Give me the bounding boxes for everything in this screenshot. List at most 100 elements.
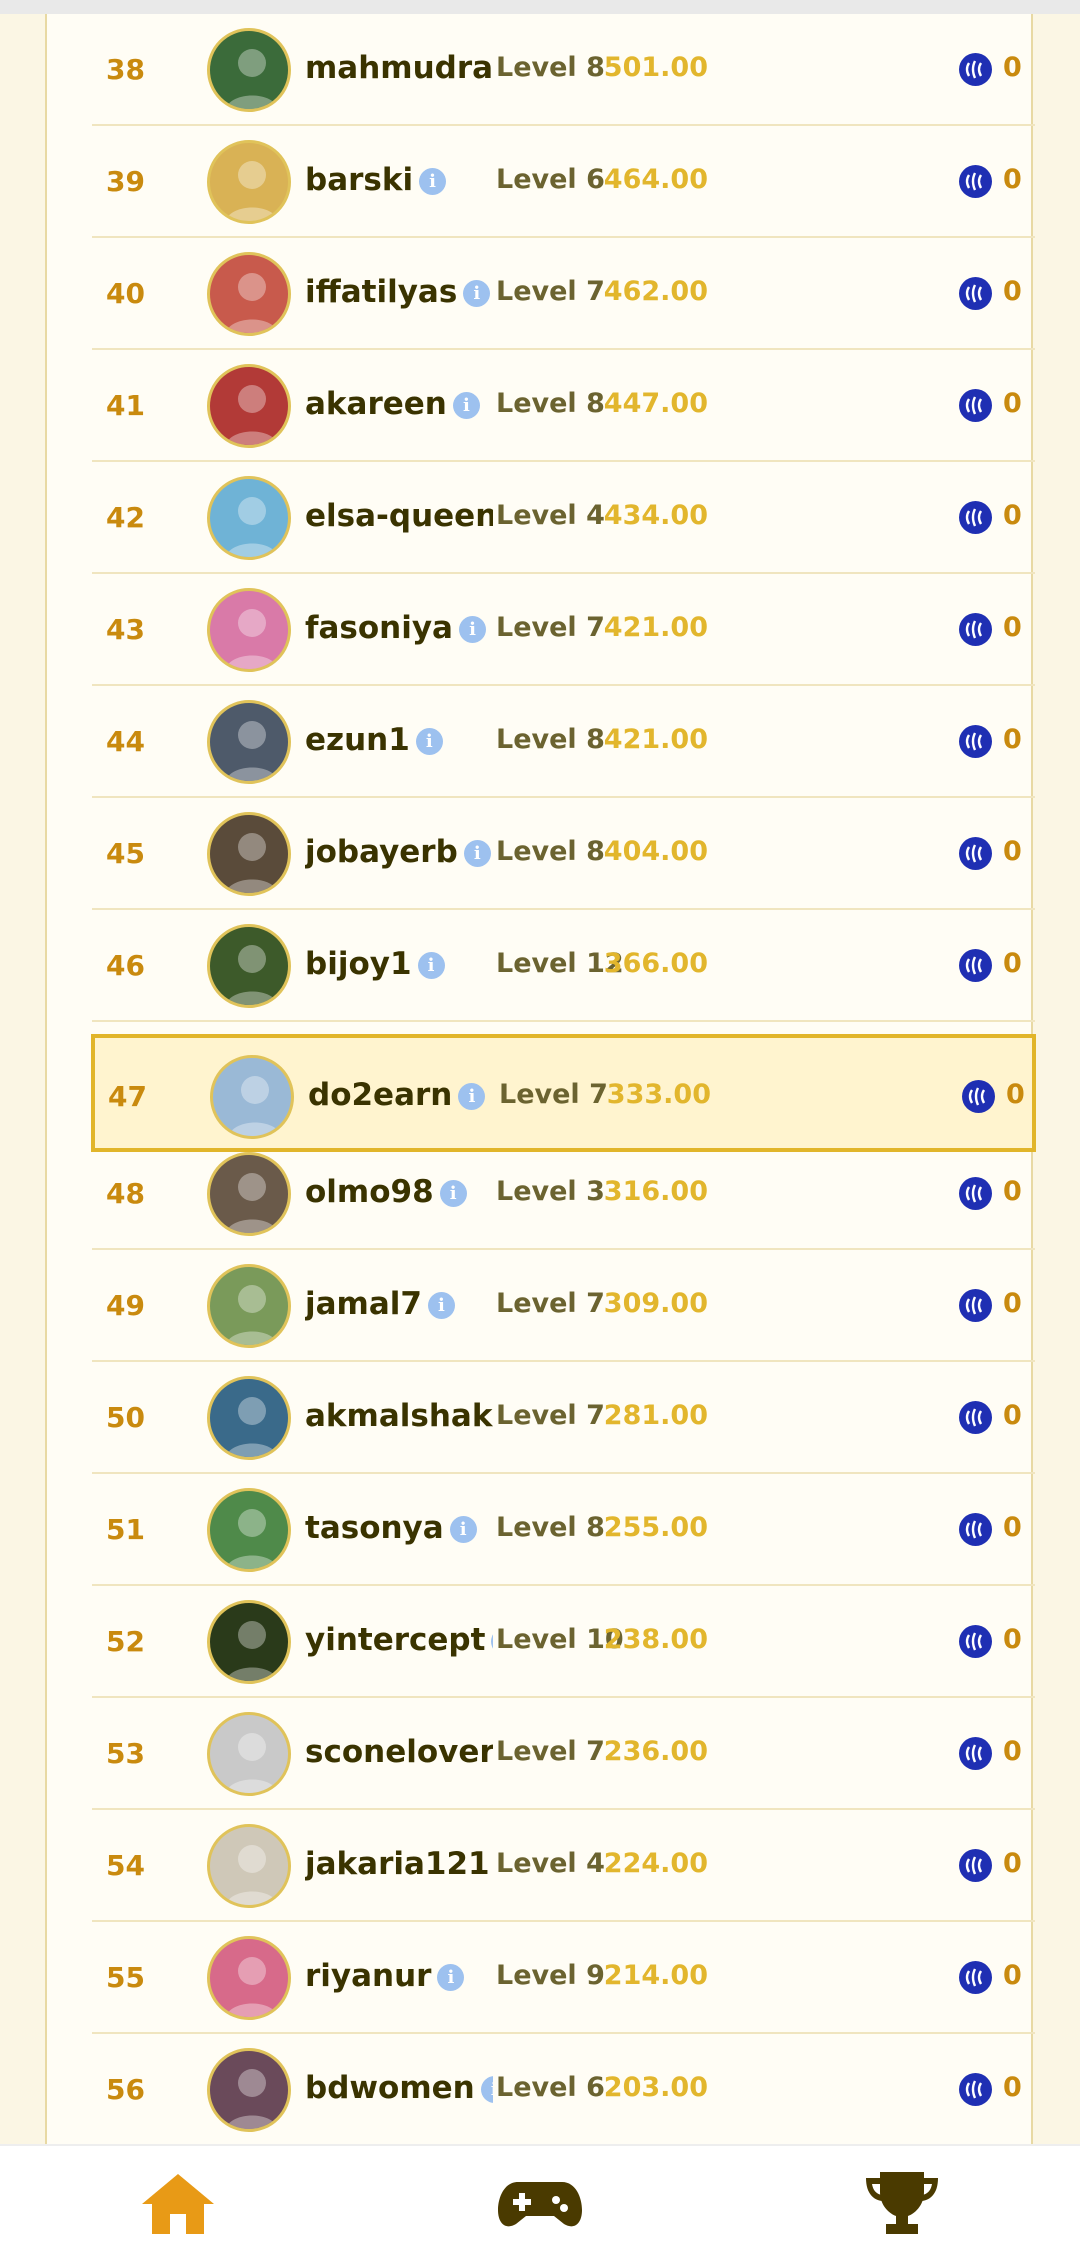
user-avatar[interactable] [207, 1712, 291, 1796]
username-text: iffatilyas [305, 274, 458, 310]
user-avatar[interactable] [207, 588, 291, 672]
steem-coin-icon [959, 1513, 992, 1546]
info-icon[interactable]: i [415, 728, 443, 755]
username-link[interactable]: elsa-queen [305, 498, 493, 534]
coin-count: 0 [1003, 1512, 1022, 1543]
info-icon[interactable]: i [427, 1292, 455, 1319]
username-link[interactable]: jakaria121i [305, 1846, 493, 1882]
coin-count: 0 [1003, 388, 1022, 419]
steem-coin-icon [959, 165, 992, 198]
info-icon[interactable]: i [437, 1964, 465, 1991]
leaderboard-row[interactable]: 49 jamal7 i Level 7 309.00 0 [92, 1250, 1035, 1362]
user-score: 421.00 [603, 612, 708, 643]
user-score: 434.00 [603, 500, 708, 531]
info-icon[interactable]: i [463, 840, 491, 867]
username-link[interactable]: jamal7 i [305, 1286, 493, 1322]
leaderboard-row-current-user[interactable]: 47 do2earn i Level 7 333.00 0 [91, 1034, 1036, 1152]
user-avatar[interactable] [207, 1824, 291, 1908]
leaderboard-row[interactable]: 46 bijoy1 i Level 12 366.00 0 [92, 910, 1035, 1022]
nav-home[interactable] [138, 2168, 218, 2238]
username-link[interactable]: do2earn i [308, 1077, 496, 1113]
user-avatar[interactable] [207, 252, 291, 336]
username-text: jakaria121 [305, 1846, 490, 1882]
info-icon[interactable]: i [480, 2076, 493, 2103]
info-icon[interactable]: i [458, 616, 486, 643]
leaderboard-row[interactable]: 51 tasonya i Level 8 255.00 0 [92, 1474, 1035, 1586]
leaderboard-row[interactable]: 56bdwomeniLevel 6203.000 [92, 2034, 1035, 2146]
user-avatar[interactable] [207, 476, 291, 560]
username-link[interactable]: sconelover [305, 1734, 493, 1770]
username-link[interactable]: riyanur i [305, 1958, 493, 1994]
info-icon[interactable]: i [417, 952, 445, 979]
leaderboard-row[interactable]: 45 jobayerb i Level 8 404.00 0 [92, 798, 1035, 910]
username-link[interactable]: yintercepti [305, 1622, 493, 1658]
username-text: mahmudrah [305, 50, 493, 86]
leaderboard-row[interactable]: 55 riyanur i Level 9 214.00 0 [92, 1922, 1035, 2034]
nav-leaderboard[interactable] [862, 2168, 942, 2238]
coin-count: 0 [1003, 1960, 1022, 1991]
user-avatar[interactable] [207, 1376, 291, 1460]
leaderboard-row[interactable]: 39 barski i Level 6 464.00 0 [92, 126, 1035, 238]
username-text: fasoniya [305, 610, 453, 646]
user-score: 462.00 [603, 276, 708, 307]
rank-number: 44 [106, 725, 145, 758]
username-link[interactable]: tasonya i [305, 1510, 493, 1546]
info-icon[interactable]: i [452, 392, 480, 419]
username-link[interactable]: jobayerb i [305, 834, 493, 870]
user-avatar[interactable] [207, 140, 291, 224]
rank-number: 55 [106, 1961, 145, 1994]
username-link[interactable]: fasoniya i [305, 610, 493, 646]
leaderboard-row[interactable]: 54jakaria121iLevel 4224.000 [92, 1810, 1035, 1922]
rank-number: 52 [106, 1625, 145, 1658]
user-avatar[interactable] [207, 1152, 291, 1236]
rank-number: 46 [106, 949, 145, 982]
leaderboard-row[interactable]: 42 elsa-queen Level 4 434.00 0 [92, 462, 1035, 574]
nav-games[interactable] [498, 2168, 582, 2238]
info-icon[interactable]: i [439, 1180, 467, 1207]
username-link[interactable]: mahmudrah [305, 50, 493, 86]
user-score: 281.00 [603, 1400, 708, 1431]
info-icon[interactable]: i [491, 1628, 493, 1655]
user-avatar[interactable] [207, 1488, 291, 1572]
user-score: 236.00 [603, 1736, 708, 1767]
leaderboard-row[interactable]: 53 sconelover Level 7 236.00 0 [92, 1698, 1035, 1810]
username-link[interactable]: olmo98 i [305, 1174, 493, 1210]
user-avatar[interactable] [207, 1264, 291, 1348]
steem-coin-icon [959, 1737, 992, 1770]
username-link[interactable]: akmalshakir [305, 1398, 493, 1434]
user-score: 366.00 [603, 948, 708, 979]
leaderboard-row[interactable]: 48 olmo98 i Level 3 316.00 0 [92, 1138, 1035, 1250]
leaderboard-row[interactable]: 44 ezun1 i Level 8 421.00 0 [92, 686, 1035, 798]
user-avatar[interactable] [210, 1055, 294, 1139]
user-avatar[interactable] [207, 1600, 291, 1684]
steem-coin-icon [959, 389, 992, 422]
user-avatar[interactable] [207, 700, 291, 784]
user-score: 421.00 [603, 724, 708, 755]
info-icon[interactable]: i [419, 168, 447, 195]
user-avatar[interactable] [207, 812, 291, 896]
user-avatar[interactable] [207, 924, 291, 1008]
username-link[interactable]: barski i [305, 162, 493, 198]
leaderboard-row[interactable]: 43 fasoniya i Level 7 421.00 0 [92, 574, 1035, 686]
user-avatar[interactable] [207, 2048, 291, 2132]
leaderboard-row[interactable]: 38mahmudrahLevel 8501.000 [92, 14, 1035, 126]
username-link[interactable]: iffatilyas i [305, 274, 493, 310]
user-avatar[interactable] [207, 28, 291, 112]
steem-coin-icon [959, 725, 992, 758]
username-link[interactable]: akareen i [305, 386, 493, 422]
leaderboard-row[interactable]: 52yinterceptiLevel 10238.000 [92, 1586, 1035, 1698]
leaderboard-row[interactable]: 40 iffatilyas i Level 7 462.00 0 [92, 238, 1035, 350]
user-avatar[interactable] [207, 1936, 291, 2020]
info-icon[interactable]: i [458, 1083, 486, 1110]
info-icon[interactable]: i [463, 280, 491, 307]
leaderboard-row[interactable]: 50akmalshakirLevel 7281.000 [92, 1362, 1035, 1474]
username-link[interactable]: ezun1 i [305, 722, 493, 758]
username-link[interactable]: bdwomeni [305, 2070, 493, 2106]
user-score: 316.00 [603, 1176, 708, 1207]
user-avatar[interactable] [207, 364, 291, 448]
leaderboard-row[interactable]: 41 akareen i Level 8 447.00 0 [92, 350, 1035, 462]
home-icon [142, 2174, 214, 2234]
username-link[interactable]: bijoy1 i [305, 946, 493, 982]
info-icon[interactable]: i [449, 1516, 477, 1543]
username-text: ezun1 [305, 722, 410, 758]
